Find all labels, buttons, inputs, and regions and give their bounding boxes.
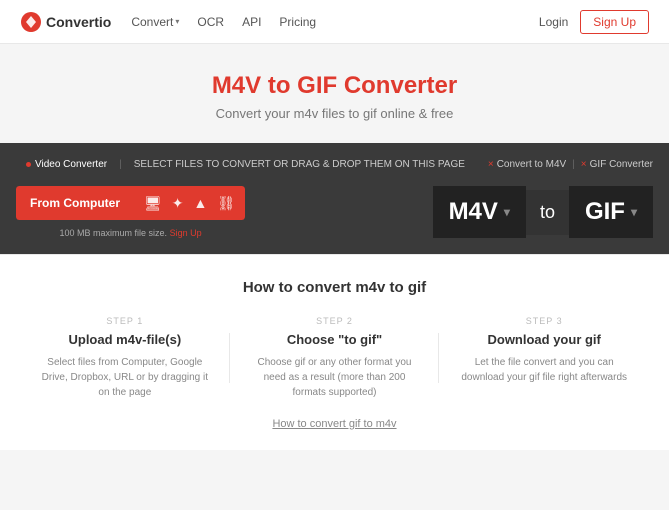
tab-right-separator: | <box>570 159 577 170</box>
signup-button[interactable]: Sign Up <box>580 10 649 34</box>
logo-text: Convertio <box>46 14 111 30</box>
monitor-icon[interactable]: 🖥 <box>144 195 162 212</box>
step-3-desc: Let the file convert and you can downloa… <box>455 355 633 385</box>
link-icon[interactable]: ⛓ <box>217 195 235 212</box>
format-to-box[interactable]: GIF ▾ <box>569 186 653 238</box>
convert-link[interactable]: How to convert gif to m4v <box>20 418 649 430</box>
upload-section: From Computer 🖥 ✦ ▲ ⛓ 100 MB maximum fil… <box>16 186 245 238</box>
converter-panel: Video Converter | SELECT FILES TO CONVER… <box>0 143 669 254</box>
file-size-note: 100 MB maximum file size. Sign Up <box>60 228 202 238</box>
logo[interactable]: Convertio <box>20 11 111 33</box>
drive-icon[interactable]: ▲ <box>194 195 208 211</box>
header-actions: Login Sign Up <box>539 10 649 34</box>
format-to-arrow-icon: ▾ <box>631 205 637 219</box>
steps-row: STEP 1 Upload m4v-file(s) Select files f… <box>20 316 649 400</box>
nav-ocr[interactable]: OCR <box>197 15 224 29</box>
page-title: M4V to GIF Converter <box>20 72 649 100</box>
signup-link[interactable]: Sign Up <box>170 228 202 238</box>
login-button[interactable]: Login <box>539 15 568 29</box>
converter-row: From Computer 🖥 ✦ ▲ ⛓ 100 MB maximum fil… <box>16 186 653 238</box>
dropbox-icon[interactable]: ✦ <box>172 195 184 212</box>
upload-icons-row: 🖥 ✦ ▲ ⛓ <box>134 186 245 220</box>
tab-select-files: SELECT FILES TO CONVERT OR DRAG & DROP T… <box>124 155 475 174</box>
step-3: STEP 3 Download your gif Let the file co… <box>439 316 649 400</box>
tab-convert-to-m4v[interactable]: × Convert to M4V <box>488 159 566 170</box>
tab-x-icon: × <box>488 159 494 170</box>
tab-video-converter[interactable]: Video Converter <box>16 155 117 174</box>
tab-right-group: × Convert to M4V | × GIF Converter <box>488 159 653 170</box>
format-from-label: M4V <box>449 198 498 226</box>
step-1-label: STEP 1 <box>36 316 214 326</box>
format-selector: M4V ▾ to GIF ▾ <box>433 186 653 238</box>
hero-subtitle: Convert your m4v files to gif online & f… <box>20 106 649 121</box>
step-3-title: Download your gif <box>455 332 633 347</box>
step-2-label: STEP 2 <box>246 316 424 326</box>
step-2-desc: Choose gif or any other format you need … <box>246 355 424 400</box>
step-1: STEP 1 Upload m4v-file(s) Select files f… <box>20 316 230 400</box>
format-to-value-label: GIF <box>585 198 625 226</box>
tab-x2-icon: × <box>581 159 587 170</box>
upload-btn-group: From Computer 🖥 ✦ ▲ ⛓ <box>16 186 245 220</box>
nav-api[interactable]: API <box>242 15 261 29</box>
step-1-title: Upload m4v-file(s) <box>36 332 214 347</box>
how-to-section: How to convert m4v to gif STEP 1 Upload … <box>0 255 669 450</box>
format-from-arrow-icon: ▾ <box>504 205 510 219</box>
step-2-title: Choose "to gif" <box>246 332 424 347</box>
nav-pricing[interactable]: Pricing <box>279 15 316 29</box>
panel-tabs: Video Converter | SELECT FILES TO CONVER… <box>16 155 653 174</box>
chevron-down-icon: ▾ <box>175 17 179 26</box>
tab-separator: | <box>117 159 124 170</box>
nav-convert[interactable]: Convert ▾ <box>131 15 179 29</box>
tab-dot-icon <box>26 162 31 167</box>
from-computer-button[interactable]: From Computer <box>16 186 134 220</box>
format-to-label: to <box>526 190 569 235</box>
format-from-box[interactable]: M4V ▾ <box>433 186 526 238</box>
step-2: STEP 2 Choose "to gif" Choose gif or any… <box>230 316 440 400</box>
hero-section: M4V to GIF Converter Convert your m4v fi… <box>0 44 669 143</box>
step-3-label: STEP 3 <box>455 316 633 326</box>
step-1-desc: Select files from Computer, Google Drive… <box>36 355 214 400</box>
main-nav: Convert ▾ OCR API Pricing <box>131 15 539 29</box>
header: Convertio Convert ▾ OCR API Pricing Logi… <box>0 0 669 44</box>
how-to-title: How to convert m4v to gif <box>20 279 649 296</box>
tab-gif-converter[interactable]: × GIF Converter <box>581 159 653 170</box>
logo-icon <box>20 11 42 33</box>
